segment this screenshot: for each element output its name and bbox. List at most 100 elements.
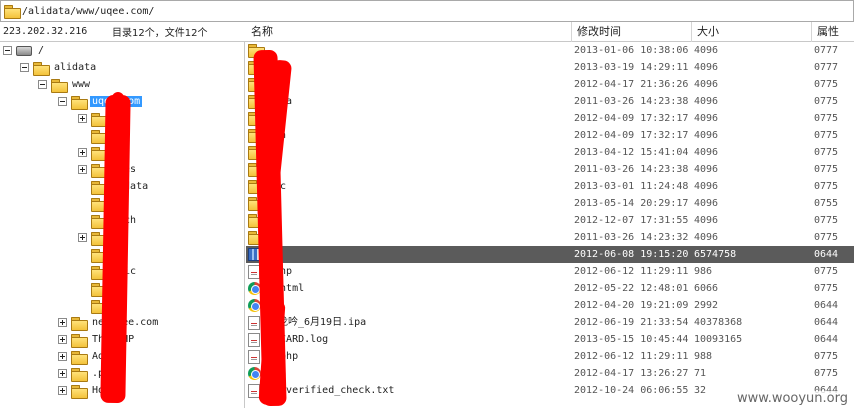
expand-icon[interactable] xyxy=(78,148,87,157)
collapse-icon[interactable] xyxy=(38,80,47,89)
file-row[interactable]: htm2012-04-17 13:26:27710775 xyxy=(246,365,854,382)
file-list[interactable]: 名称 修改时间 大小 属性 2013-01-06 10:38:06 4096 077… xyxy=(246,22,854,408)
tree-node[interactable]: alidata xyxy=(20,59,98,76)
expand-icon[interactable] xyxy=(78,114,87,123)
file-row[interactable]: r.html 2012-05-22 12:48:01 6066 0775 xyxy=(246,280,854,297)
file-size: 4096 xyxy=(694,96,719,107)
file-row[interactable]: .php2012-06-12 11:29:119860775 xyxy=(246,263,854,280)
file-row[interactable]: rch2012-04-09 17:32:1740960775 xyxy=(246,127,854,144)
file-size: 40378368 xyxy=(694,317,743,328)
file-name: na_verified_check.txt xyxy=(268,385,395,396)
folder-icon xyxy=(71,95,88,110)
file-size: 2992 xyxy=(694,300,719,311)
file-attributes: 0775 xyxy=(814,232,839,243)
file-modified: 2012-04-17 13:26:27 xyxy=(574,368,689,379)
expand-icon[interactable] xyxy=(78,165,87,174)
file-size: 4096 xyxy=(694,113,719,124)
folder-icon xyxy=(91,112,108,127)
column-header-name[interactable]: 名称 xyxy=(246,22,572,42)
file-row[interactable]: 2012-04-09 17:32:17 4096 0775 xyxy=(246,110,854,127)
file-size: 4096 xyxy=(694,232,719,243)
file-row[interactable]: 2013-04-12 15:41:04 4096 0775 xyxy=(246,144,854,161)
expand-icon[interactable] xyxy=(58,386,67,395)
file-size: 988 xyxy=(694,351,713,362)
file-attributes: 0775 xyxy=(814,368,839,379)
file-attributes: 0775 xyxy=(814,147,839,158)
expand-icon[interactable] xyxy=(58,335,67,344)
file-attributes: 0775 xyxy=(814,130,839,141)
file-attributes: 0775 xyxy=(814,79,839,90)
file-modified: 2013-05-15 10:45:44 xyxy=(574,334,689,345)
file-row[interactable]: x.php2012-06-12 11:29:119880775 xyxy=(246,348,854,365)
file-icon xyxy=(248,350,260,364)
folder-icon xyxy=(71,333,88,348)
file-row[interactable]: tml2012-04-20 19:21:0929920644 xyxy=(246,297,854,314)
expand-icon[interactable] xyxy=(58,352,67,361)
file-row[interactable]: ges2012-04-17 21:36:2640960775 xyxy=(246,76,854,93)
file-attributes: 0775 xyxy=(814,215,839,226)
tree-node[interactable]: / xyxy=(3,42,46,59)
file-row[interactable]: data2011-03-26 14:23:3840960775 xyxy=(246,93,854,110)
file-size: 4096 xyxy=(694,164,719,175)
file-modified: 2012-04-09 17:32:17 xyxy=(574,113,689,124)
file-modified: 2012-06-12 11:29:11 xyxy=(574,351,689,362)
file-modified: 2012-05-22 12:48:01 xyxy=(574,283,689,294)
file-attributes: 0775 xyxy=(814,283,839,294)
expand-icon[interactable] xyxy=(58,369,67,378)
folder-icon xyxy=(71,367,88,382)
file-attributes: 0775 xyxy=(814,113,839,124)
folder-icon xyxy=(51,78,68,93)
file-row[interactable]: ar2012-06-08 19:15:2065747580644 xyxy=(246,246,854,263)
file-modified: 2012-12-07 17:31:55 xyxy=(574,215,689,226)
collapse-icon[interactable] xyxy=(3,46,12,55)
file-size: 10093165 xyxy=(694,334,743,345)
collapse-icon[interactable] xyxy=(20,63,29,72)
file-size: 4096 xyxy=(694,45,719,56)
file-modified: 2012-06-19 21:33:54 xyxy=(574,317,689,328)
connection-info-bar: 223.202.32.216 目录12个，文件12个 xyxy=(0,22,246,42)
file-modified: 2013-01-06 10:38:06 xyxy=(574,45,689,56)
column-header-modified[interactable]: 修改时间 xyxy=(572,22,692,42)
file-size: 4096 xyxy=(694,147,719,158)
file-row[interactable]: 2013-05-14 20:29:17 4096 0755 xyxy=(246,195,854,212)
file-icon xyxy=(248,333,260,347)
file-modified: 2011-03-26 14:23:38 xyxy=(574,96,689,107)
file-attributes: 0775 xyxy=(814,266,839,277)
file-size: 4096 xyxy=(694,198,719,209)
redaction-mark-tree-upper xyxy=(112,92,124,112)
tree-node-label: www xyxy=(72,79,91,90)
file-attributes: 0775 xyxy=(814,164,839,175)
file-modified: 2011-03-26 14:23:32 xyxy=(574,232,689,243)
file-row[interactable]: 2011-03-26 14:23:32 4096 0775 xyxy=(246,229,854,246)
column-header-size[interactable]: 大小 xyxy=(692,22,812,42)
file-attributes: 0755 xyxy=(814,198,839,209)
column-header-attributes[interactable]: 属性 xyxy=(812,22,854,42)
tree-node[interactable]: www xyxy=(38,76,92,93)
file-icon xyxy=(248,316,260,330)
file-row[interactable]: lic2013-03-01 11:24:4840960775 xyxy=(246,178,854,195)
file-list-header: 名称 修改时间 大小 属性 xyxy=(246,22,854,42)
file-modified: 2012-04-20 19:21:09 xyxy=(574,300,689,311)
file-modified: 2012-06-12 11:29:11 xyxy=(574,266,689,277)
file-modified: 2013-03-19 14:29:11 xyxy=(574,62,689,73)
file-size: 4096 xyxy=(694,130,719,141)
file-row[interactable]: y_CARD.log 2013-05-15 10:45:44 10093165 064… xyxy=(246,331,854,348)
file-row[interactable]: 2012-12-07 17:31:55 4096 0775 xyxy=(246,212,854,229)
folder-icon xyxy=(33,61,50,76)
server-ip: 223.202.32.216 xyxy=(3,26,88,37)
folder-icon xyxy=(71,316,88,331)
file-size: 4096 xyxy=(694,181,719,192)
path-bar[interactable]: /alidata/www/uqee.com/ xyxy=(0,0,854,22)
expand-icon[interactable] xyxy=(58,318,67,327)
folder-icon xyxy=(91,129,108,144)
file-size: 4096 xyxy=(694,79,719,90)
file-row[interactable]: 2011-03-26 14:23:38 4096 0775 xyxy=(246,161,854,178)
file-attributes: 0777 xyxy=(814,45,839,56)
file-row[interactable]: 2013-03-19 14:29:11 4096 0777 xyxy=(246,59,854,76)
file-row[interactable]: 卧龙吟_6月19日.ipa 2012-06-19 21:33:54 40378368… xyxy=(246,314,854,331)
file-row[interactable]: 2013-01-06 10:38:06 4096 0777 xyxy=(246,42,854,59)
collapse-icon[interactable] xyxy=(58,97,67,106)
file-attributes: 0775 xyxy=(814,96,839,107)
file-attributes: 0644 xyxy=(814,317,839,328)
expand-icon[interactable] xyxy=(78,233,87,242)
